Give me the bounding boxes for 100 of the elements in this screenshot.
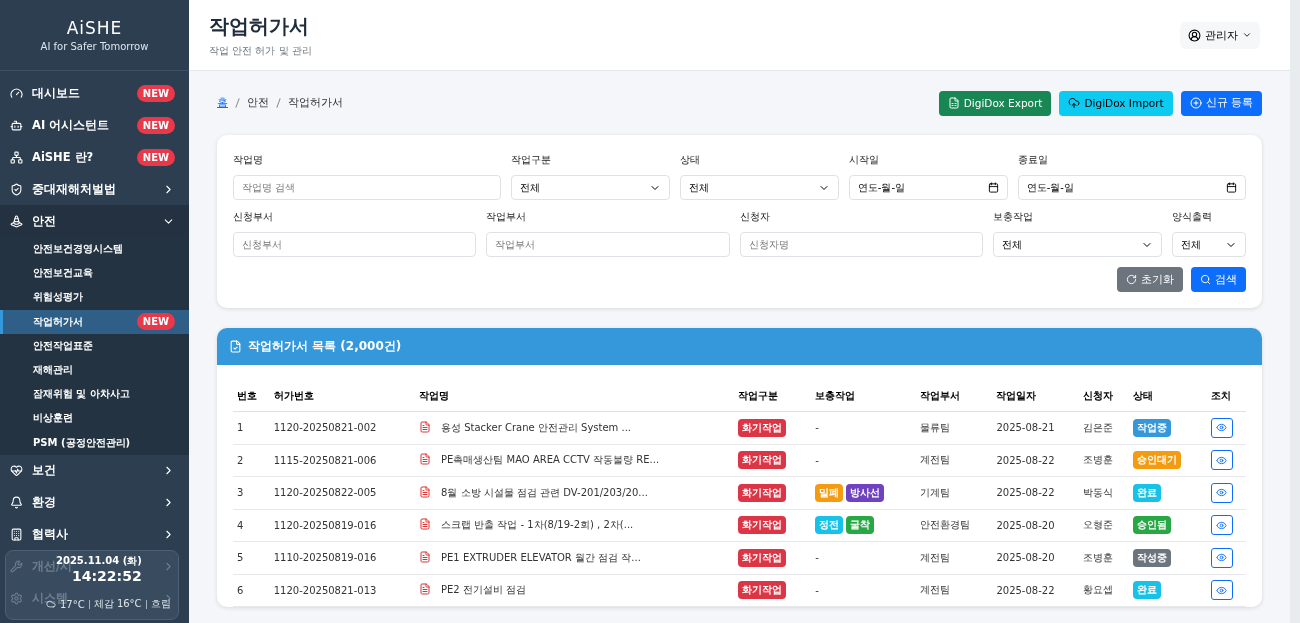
type-tag: 화기작업 [737,451,786,470]
new-badge: NEW [136,313,175,331]
table-cell: 계전팀 [916,444,993,477]
text-field[interactable]: 작업부서 [486,232,730,257]
view-button[interactable] [1210,547,1233,568]
sidebar-item[interactable]: AiSHE 란? NEW [0,141,189,173]
text-field[interactable]: 신청부서 [233,232,477,257]
table-cell: 2025-08-21 [992,411,1080,444]
table-cell: 1 [233,411,270,444]
work-tag: 방사선 [846,483,885,502]
view-button[interactable] [1210,515,1233,536]
table-cell: 2025-08-22 [992,444,1080,477]
submenu-item[interactable]: 안전보건교육 [0,261,189,286]
field-label: 보충작업 [992,210,1034,224]
column-header: 허가번호 [269,381,415,412]
pdf-file-icon[interactable] [419,550,431,563]
view-button[interactable] [1210,417,1233,438]
status-tag: 작성중 [1133,548,1172,567]
create-button[interactable]: 신규 등록 [1180,90,1262,116]
type-tag: 화기작업 [737,483,786,502]
button-icon [947,97,960,109]
table-cell: 1120-20250819-016 [269,509,415,542]
column-header: 조치 [1206,381,1246,412]
type-tag: 화기작업 [737,548,786,567]
submenu-item[interactable]: 안전보건경영시스템 [0,237,189,262]
submenu-item[interactable]: 잠재위험 및 아차사고 [0,382,189,407]
field-label: 신청자 [739,210,771,224]
submenu-item[interactable]: PSM (공정안전관리) [0,430,189,455]
submenu-item[interactable]: 비상훈련 [0,406,189,431]
app-logo: AiSHE [66,18,123,38]
status-tag: 작업중 [1133,418,1172,437]
eye-icon [1216,487,1228,499]
new-badge: NEW [136,84,175,102]
table-cell: 계전팀 [916,574,993,607]
user-icon [1188,28,1201,42]
menu-icon [10,86,23,100]
column-header: 작업구분 [733,381,812,412]
search-button[interactable]: 검색 [1191,267,1246,292]
breadcrumb-link[interactable]: 홈 [217,96,228,110]
menu-icon [10,118,23,132]
date-field[interactable]: 연도-월-일 [1017,175,1246,200]
submenu-item[interactable]: 안전작업표준 [0,333,189,358]
new-badge: NEW [136,116,175,134]
date-field[interactable]: 연도-월-일 [848,175,1008,200]
table-cell: - [815,552,819,564]
submenu-item[interactable]: 재해관리 [0,357,189,383]
table-cell: 2025-08-20 [992,509,1080,542]
table-cell: 1115-20250821-006 [269,444,415,477]
table-cell: 2025-08-22 [992,476,1080,509]
sidebar-item[interactable]: 안전 [0,205,189,237]
select-field[interactable]: 전체 [679,175,839,200]
pdf-file-icon[interactable] [419,485,431,498]
export-button[interactable]: DigiDox Export [938,90,1052,116]
table-cell: PE2 전기설비 점검 [437,574,734,607]
table-cell: 김은준 [1079,411,1130,444]
type-tag: 화기작업 [737,418,786,437]
sidebar-item[interactable]: 협력사 [0,518,189,551]
table-cell: - [815,584,819,596]
pdf-file-icon[interactable] [419,518,431,531]
breadcrumb-item: 안전 [247,96,269,110]
text-field[interactable]: 작업명 검색 [233,175,502,200]
sidebar-item[interactable]: AI 어시스턴트 NEW [0,109,189,141]
submenu-item[interactable]: 작업허가서 NEW [0,309,189,334]
status-tag: 승인됨 [1133,516,1172,535]
column-header: 작업부서 [916,381,993,412]
view-button[interactable] [1210,482,1233,503]
view-button[interactable] [1210,580,1233,601]
submenu-item[interactable]: 위험성평가 [0,285,189,310]
table-cell: 계전팀 [916,541,993,574]
field-label: 상태 [679,153,701,167]
table-cell: 2025-08-20 [992,541,1080,574]
menu-icon [10,464,23,478]
menu-icon [10,496,23,510]
sidebar-item[interactable]: 보건 [0,454,189,487]
sidebar-item[interactable]: 중대재해처벌법 [0,173,189,205]
table-cell: 1120-20250821-002 [269,411,415,444]
pdf-file-icon[interactable] [419,453,431,466]
app-tagline: AI for Safer Tomorrow [40,41,149,52]
eye-icon [1216,454,1228,466]
reset-button[interactable]: 초기화 [1117,267,1183,292]
sidebar-item[interactable]: 대시보드 NEW [0,77,189,109]
select-field[interactable]: 전체 [1171,232,1246,257]
column-header: 번호 [233,381,270,412]
text-field[interactable]: 신청자명 [739,232,983,257]
table-cell: 8월 소방 시설물 점검 관련 DV-201/203/20... [437,476,734,509]
menu-icon [10,150,23,164]
table-cell: 황요셉 [1079,574,1130,607]
type-tag: 화기작업 [737,581,786,600]
column-header: 작업일자 [992,381,1080,412]
view-button[interactable] [1210,450,1233,471]
pdf-file-icon[interactable] [419,583,431,596]
field-label: 신청부서 [233,210,274,224]
pdf-file-icon[interactable] [419,420,431,433]
user-menu-button[interactable]: 관리자 [1180,21,1260,49]
select-field[interactable]: 전체 [992,232,1162,257]
select-field[interactable]: 전체 [511,175,670,200]
import-button[interactable]: DigiDox Import [1059,90,1173,116]
eye-icon [1216,422,1228,434]
status-tag: 승인대기 [1133,451,1182,470]
sidebar-item[interactable]: 환경 [0,486,189,519]
